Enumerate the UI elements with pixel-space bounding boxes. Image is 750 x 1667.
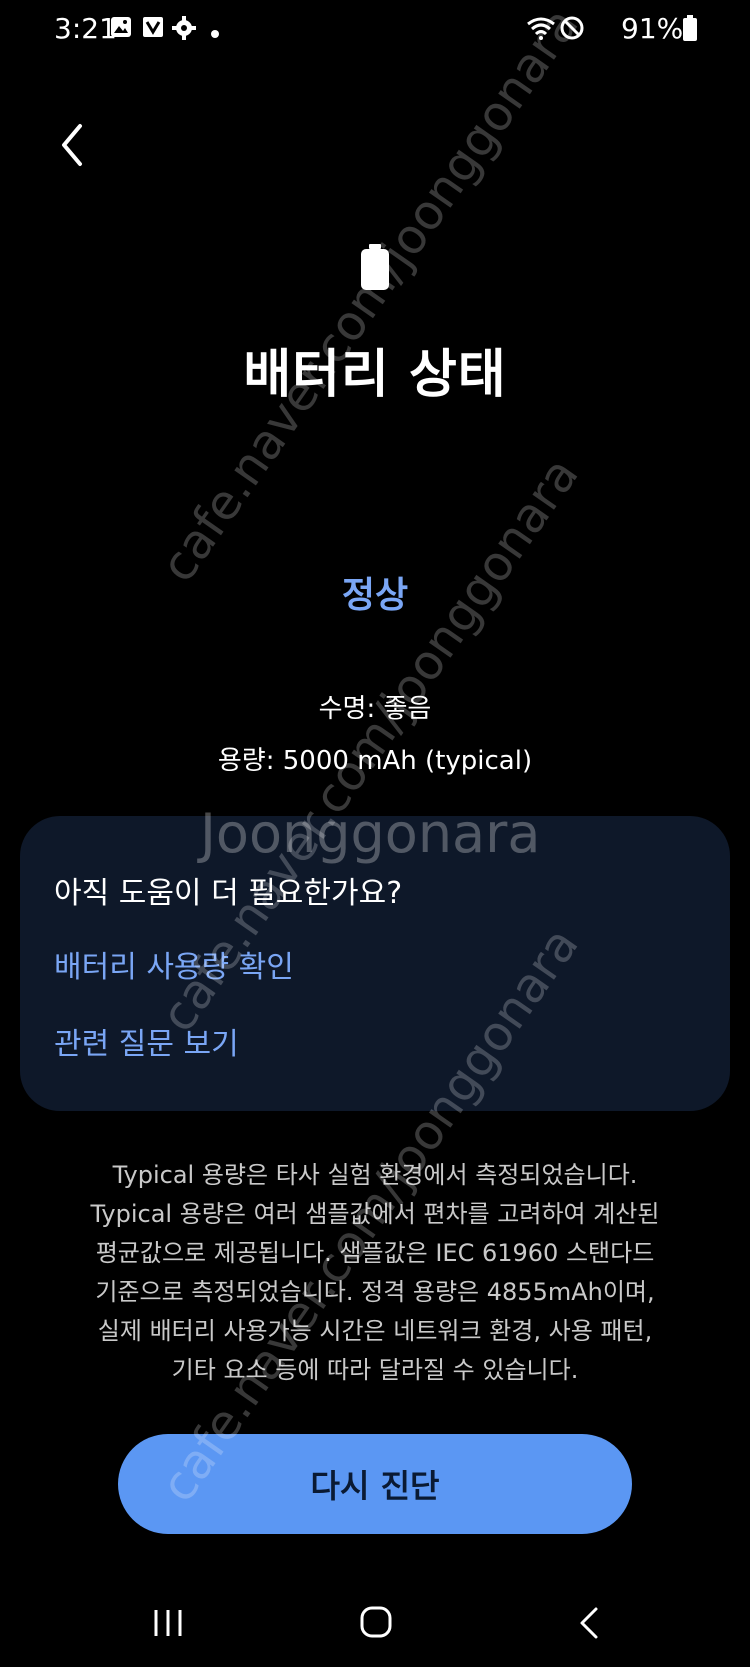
disclaimer-line: 기준으로 측정되었습니다. 정격 용량은 4855mAh이며, — [95, 1278, 655, 1306]
back-icon — [52, 124, 96, 174]
gallery-icon — [110, 16, 132, 42]
back-button[interactable] — [52, 120, 96, 170]
nav-back-icon — [578, 1607, 600, 1644]
related-questions-link[interactable]: 관련 질문 보기 — [54, 1019, 239, 1063]
status-bar: 3:21 91% — [0, 0, 750, 62]
home-button[interactable] — [360, 1606, 392, 1642]
page-title: 배터리 상태 — [243, 345, 507, 405]
recents-button[interactable] — [152, 1608, 184, 1642]
disclaimer-line: 실제 배터리 사용가능 시간은 네트워크 환경, 사용 패턴, — [97, 1317, 653, 1345]
navigation-bar — [0, 1580, 750, 1667]
home-icon — [360, 1606, 392, 1642]
recents-icon — [152, 1610, 184, 1642]
status-time: 3:21 — [54, 12, 117, 45]
logo-watermark: Joonggonara — [200, 802, 541, 865]
disclaimer-line: 기타 요소 등에 따라 달라질 수 있습니다. — [171, 1356, 579, 1384]
nav-back-button[interactable] — [578, 1606, 600, 1644]
battery-status: 정상 — [341, 575, 409, 616]
notification-icon — [142, 16, 164, 42]
status-battery-icon — [683, 15, 697, 45]
dot-icon — [210, 24, 220, 43]
settings-gear-icon — [172, 16, 196, 44]
battery-percent: 91% — [621, 12, 684, 45]
